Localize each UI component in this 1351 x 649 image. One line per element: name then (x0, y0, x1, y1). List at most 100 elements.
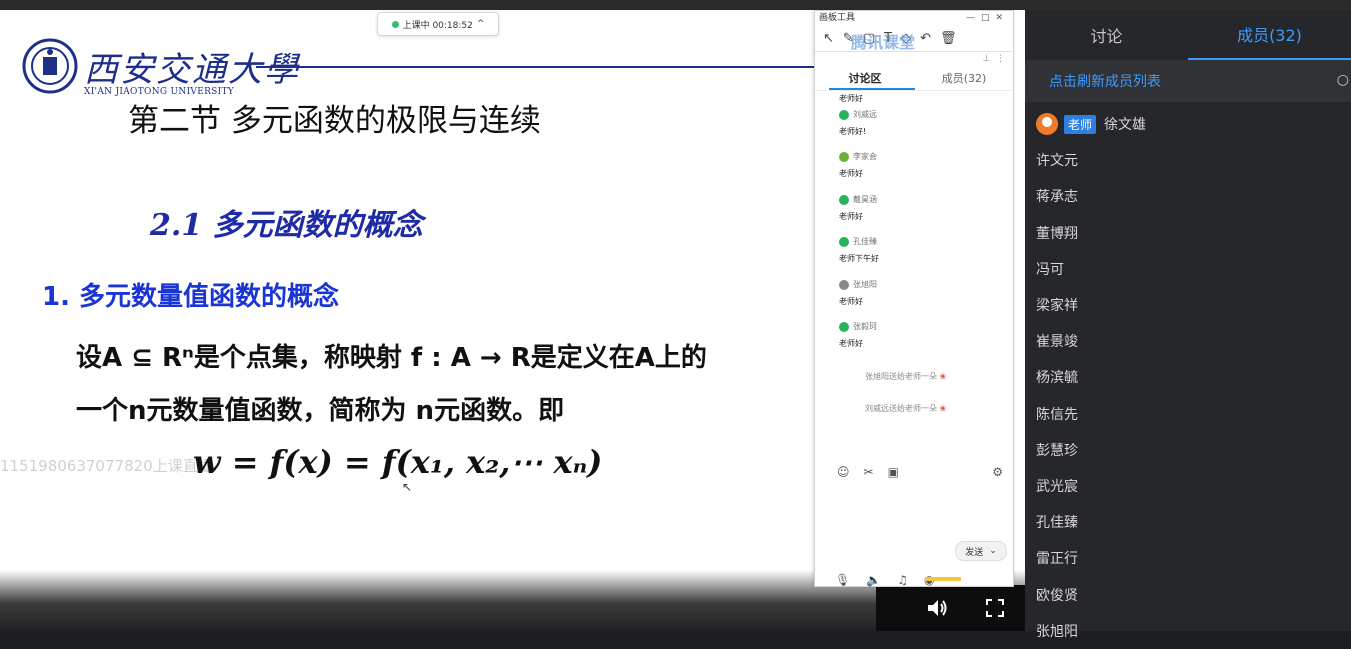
list-item[interactable]: 陈信先 (1025, 396, 1351, 432)
window-buttons: —□✕ (966, 11, 1009, 25)
tab-discussion-area[interactable]: 讨论区 (815, 70, 915, 86)
select-tool-icon[interactable]: ↖ (823, 31, 834, 46)
volume-meter (925, 577, 961, 581)
sender-name: 戴昊涵 (853, 195, 877, 204)
tab-discussion[interactable]: 讨论 (1025, 10, 1188, 60)
chat-message: 张旭阳 老师好 (839, 279, 877, 307)
list-item[interactable]: 武光宸 (1025, 468, 1351, 504)
panel-tabs: 讨论 成员(32) (1025, 10, 1351, 60)
fullscreen-icon[interactable] (986, 599, 1004, 617)
chat-sender: 孔佳臻 (839, 236, 879, 247)
chat-message: 老师好 (839, 93, 863, 104)
list-item[interactable]: 许文元 (1025, 142, 1351, 178)
chat-message: 李家会 老师好 (839, 151, 877, 179)
definition-line-2: 一个n元数量值函数，简称为 n元函数。即 (76, 396, 565, 426)
chat-text: 老师好 (839, 212, 863, 221)
chat-text: 老师下午好 (839, 254, 879, 263)
gear-icon[interactable]: ⚙ (992, 465, 1003, 479)
live-status[interactable]: 上课中 00:18:52 ^ (377, 12, 499, 36)
whiteboard-title: 画板工具 (819, 13, 856, 23)
avatar (839, 321, 849, 332)
avatar (1036, 113, 1058, 136)
video-controls (876, 585, 1025, 631)
emoji-icon[interactable]: ☺ (837, 465, 850, 479)
chat-text: 老师好 (839, 94, 863, 103)
list-item[interactable]: 孔佳臻 (1025, 504, 1351, 540)
list-item[interactable]: 彭慧珍 (1025, 432, 1351, 468)
tab-underline (829, 88, 915, 90)
volume-icon[interactable] (926, 598, 948, 618)
list-item[interactable]: 蒋承志 (1025, 178, 1351, 214)
microphone-icon[interactable]: 🎙 (835, 573, 850, 587)
trash-icon[interactable]: 🗑 (940, 31, 957, 46)
close-icon[interactable]: ✕ (995, 13, 1009, 23)
tencent-classroom-logo: 腾讯课堂 (851, 33, 916, 52)
mouse-cursor-icon: ↖ (402, 480, 413, 494)
tab-members-small[interactable]: 成员(32) (915, 70, 1013, 86)
section-title: 第二节 多元函数的极限与连续 (128, 103, 541, 139)
send-button[interactable]: 发送 ⌄ (955, 541, 1007, 561)
whiteboard-titlebar: 画板工具 —□✕ (815, 11, 1013, 25)
list-item[interactable]: 董博翔 (1025, 215, 1351, 251)
pin-icon[interactable]: ⊥ (982, 54, 990, 64)
sender-name: 张旭阳 (853, 280, 877, 289)
chat-text: 老师好 (839, 169, 863, 178)
chat-list: 老师好 刘威远 老师好! 李家会 老师好 戴昊涵 老师好 孔佳臻 老师下午好 张… (815, 91, 1013, 421)
flower-icon: ❀ (939, 404, 947, 413)
chat-text: 老师好! (839, 127, 867, 136)
avatar (839, 151, 849, 162)
slide-heading: 1. 多元数量值函数的概念 (42, 282, 340, 312)
avatar (839, 279, 849, 290)
chat-text: 老师好 (839, 297, 863, 306)
minimize-icon[interactable]: — (966, 13, 981, 23)
list-item[interactable]: 梁家祥 (1025, 287, 1351, 323)
tab-members[interactable]: 成员(32) (1188, 10, 1351, 60)
member-list: 老师 徐文雄 许文元 蒋承志 董博翔 冯可 梁家祥 崔景竣 杨滨毓 陈信先 彭慧… (1025, 102, 1351, 649)
chat-message: 戴昊涵 老师好 (839, 194, 877, 222)
search-icon[interactable]: ○ (1337, 72, 1349, 88)
av-controls: 🎙 🔈 ♫ ◉ (835, 573, 934, 587)
send-label: 发送 (965, 547, 984, 558)
gift-notice: 张旭阳送给老师一朵 ❀ (865, 371, 946, 382)
refresh-members-button[interactable]: 点击刷新成员列表 ○ (1025, 60, 1351, 102)
chevron-down-icon[interactable]: ⌄ (989, 546, 997, 556)
list-item[interactable]: 杨滨毓 (1025, 359, 1351, 395)
avatar (839, 236, 849, 247)
chat-sender: 张毅珂 (839, 321, 877, 332)
refresh-label: 点击刷新成员列表 (1049, 74, 1161, 90)
chevron-up-icon: ^ (476, 19, 485, 29)
scissors-icon[interactable]: ✂ (864, 465, 874, 479)
watermark: 1151980637077820上课直播 (0, 457, 213, 475)
music-icon[interactable]: ♫ (897, 573, 908, 587)
chat-sender: 张旭阳 (839, 279, 877, 290)
list-item[interactable]: 雷正行 (1025, 540, 1351, 576)
formula: w = f(x) = f(x₁, x₂,⋯ xₙ) (193, 443, 603, 481)
whiteboard-tabs: 讨论区 成员(32) (815, 66, 1013, 91)
live-dot-icon (391, 20, 399, 28)
chat-message: 张毅珂 老师好 (839, 321, 877, 349)
gift-text: 刘威远送给老师一朵 (865, 404, 937, 413)
chat-text: 老师好 (839, 339, 863, 348)
list-item[interactable]: 欧俊贤 (1025, 576, 1351, 612)
list-item[interactable]: 冯可 (1025, 251, 1351, 287)
speaker-icon[interactable]: 🔈 (866, 573, 881, 587)
member-teacher[interactable]: 老师 徐文雄 (1025, 106, 1351, 142)
undo-icon[interactable]: ↶ (920, 31, 931, 46)
chat-message: 孔佳臻 老师下午好 (839, 236, 879, 264)
flower-icon: ❀ (939, 372, 947, 381)
maximize-icon[interactable]: □ (981, 13, 996, 23)
header-rule (256, 66, 826, 68)
chat-input-tools: ☺ ✂ ▣ (837, 465, 899, 479)
whiteboard-window: 画板工具 —□✕ ↖ ✎ ▢ T ◇ ↶ 🗑 腾讯课堂 ⊥ ⋮ 讨论区 成员(3… (814, 10, 1014, 587)
list-item[interactable]: 崔景竣 (1025, 323, 1351, 359)
more-icon[interactable]: ⋮ (996, 54, 1005, 64)
gift-notice: 刘威远送给老师一朵 ❀ (865, 403, 946, 414)
definition-line-1: 设A ⊆ Rⁿ是个点集，称映射 f : A → R是定义在A上的 (76, 343, 707, 373)
gift-text: 张旭阳送给老师一朵 (865, 372, 937, 381)
teacher-badge: 老师 (1064, 114, 1097, 134)
sender-name: 刘威远 (853, 110, 877, 119)
image-icon[interactable]: ▣ (888, 465, 899, 479)
top-bar (0, 0, 1351, 10)
chat-sender: 戴昊涵 (839, 194, 877, 205)
live-status-text: 上课中 00:18:52 (402, 20, 473, 31)
